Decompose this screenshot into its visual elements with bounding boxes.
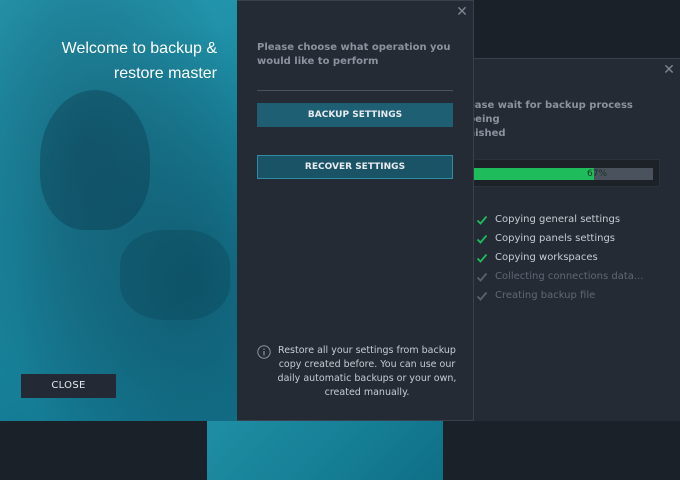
- progress-dialog-hero: [207, 420, 443, 480]
- step-item: Copying workspaces: [476, 248, 643, 267]
- progress-title-line1: ease wait for backup process being: [468, 100, 633, 125]
- check-icon: [476, 234, 488, 244]
- close-icon[interactable]: ✕: [662, 63, 676, 77]
- check-icon: [476, 291, 488, 301]
- hero-image: Welcome to backup & restore master CLOSE: [0, 0, 237, 421]
- recover-settings-button[interactable]: RECOVER SETTINGS: [257, 155, 453, 179]
- step-item: Copying panels settings: [476, 229, 643, 248]
- hero-title: Welcome to backup & restore master: [61, 40, 217, 82]
- close-icon[interactable]: ✕: [455, 5, 469, 19]
- progress-dialog-title: ease wait for backup process being nishe…: [468, 99, 658, 141]
- hero-photo-shape: [40, 90, 150, 230]
- progress-dialog: ✕ ease wait for backup process being nis…: [443, 58, 680, 421]
- step-label: Copying workspaces: [495, 252, 598, 263]
- step-label: Copying panels settings: [495, 233, 616, 244]
- hero-photo-shape: [120, 230, 230, 320]
- backup-settings-button[interactable]: BACKUP SETTINGS: [257, 103, 453, 127]
- step-item: Copying general settings: [476, 210, 643, 229]
- check-icon: [476, 272, 488, 282]
- step-label: Copying general settings: [495, 214, 621, 225]
- divider: [257, 90, 453, 91]
- step-label: Collecting connections data...: [495, 271, 644, 282]
- close-button[interactable]: CLOSE: [21, 374, 116, 398]
- step-item: Collecting connections data...: [476, 267, 643, 286]
- step-label: Creating backup file: [495, 290, 596, 301]
- info-note: Restore all your settings from backup co…: [257, 344, 457, 400]
- check-icon: [476, 253, 488, 263]
- progress-track: 67%: [473, 168, 653, 180]
- info-icon: [257, 345, 271, 359]
- operation-panel: ✕ Please choose what operation you would…: [237, 0, 474, 421]
- step-list: Copying general settings Copying panels …: [476, 210, 643, 305]
- info-text: Restore all your settings from backup co…: [277, 345, 457, 398]
- check-icon: [476, 215, 488, 225]
- progress-bar-container: 67%: [464, 159, 660, 187]
- progress-percent: 67%: [587, 169, 608, 179]
- step-item: Creating backup file: [476, 286, 643, 305]
- operation-prompt: Please choose what operation you would l…: [257, 42, 451, 67]
